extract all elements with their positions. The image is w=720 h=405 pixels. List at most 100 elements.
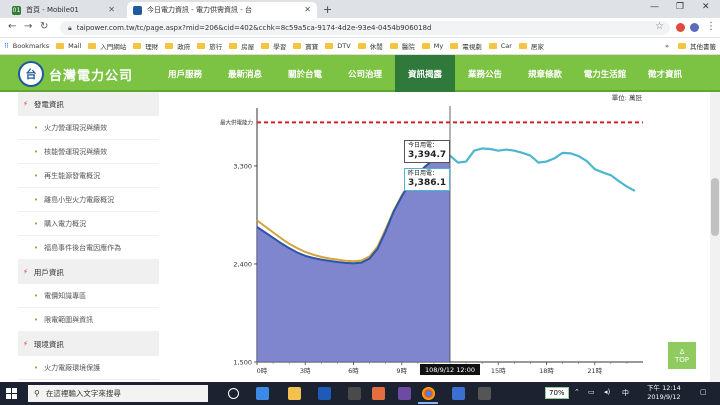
sidebar-section-customers[interactable]: ⚡︎ 用戶資訊 <box>18 260 159 284</box>
close-window-icon[interactable]: ✕ <box>702 2 710 12</box>
bookmark-folder[interactable]: 寶寶 <box>286 41 318 51</box>
taskbar-search-input[interactable]: ⚲ 在這裡輸入文字來搜尋 <box>28 385 208 402</box>
bookmark-folder[interactable]: 學習 <box>254 41 286 51</box>
windows-taskbar: ⚲ 在這裡輸入文字來搜尋 70% ⌃ ▭ ◂) 中 下午 12:14 2019/… <box>0 382 720 405</box>
language-icon[interactable]: 中 <box>622 388 629 398</box>
minimize-icon[interactable]: — <box>650 2 659 12</box>
mail-icon[interactable] <box>348 387 361 400</box>
url-text: taipower.com.tw/tc/page.aspx?mid=206&cid… <box>76 24 432 32</box>
sidebar-section-generation[interactable]: ⚡︎ 發電資訊 <box>18 92 159 116</box>
extension-icon[interactable] <box>676 23 685 32</box>
profile-avatar[interactable] <box>690 23 699 32</box>
bookmark-folder[interactable]: 政府 <box>158 41 190 51</box>
menu-item-power-life[interactable]: 電力生活館 <box>575 55 635 92</box>
scrollbar-thumb[interactable] <box>711 178 719 236</box>
menu-item-information-disclosure[interactable]: 資訊揭露 <box>395 55 455 92</box>
bookmark-label: 理財 <box>145 43 159 51</box>
bookmark-folder[interactable]: 醫院 <box>383 41 415 51</box>
bookmark-folder[interactable]: 電視劇 <box>443 41 482 51</box>
bookmark-folder[interactable]: My <box>415 42 443 50</box>
bookmark-label: 居家 <box>530 43 544 51</box>
chart-canvas[interactable]: 最大供電能力 3,300 2,400 1,500 0時 3時 6時 9時 15時 18時 21時 10… <box>190 92 660 382</box>
menu-item-announcements[interactable]: 業務公告 <box>455 55 515 92</box>
bookmark-folder[interactable]: 旅行 <box>190 41 222 51</box>
folder-icon <box>678 43 686 49</box>
bookmark-label: 學習 <box>273 43 287 51</box>
bookmark-folder[interactable]: 理財 <box>126 41 158 51</box>
edge-browser-icon[interactable] <box>256 387 269 400</box>
menu-item-governance[interactable]: 公司治理 <box>335 55 395 92</box>
forward-icon[interactable]: → <box>24 21 32 32</box>
sidebar-item[interactable]: • 火力電廠環境保護 <box>18 356 159 380</box>
tab-label: 首頁 - Mobile01 <box>26 6 79 14</box>
taskbar-clock[interactable]: 下午 12:14 2019/9/12 <box>647 384 681 402</box>
cortana-icon[interactable] <box>228 388 239 399</box>
sidebar: ⚡︎ 發電資訊 • 火力營運現況與績效 • 核能營運現況與績效 • 再生能源發電概況 •… <box>18 92 159 382</box>
menu-item-customer-service[interactable]: 用戶服務 <box>155 55 215 92</box>
sidebar-item[interactable]: • 再生能源發電概況 <box>18 164 159 188</box>
app-icon[interactable] <box>398 387 411 400</box>
bookmark-folder[interactable]: 房屋 <box>222 41 254 51</box>
taipower-logo-mark-icon: 台 <box>18 61 44 87</box>
menu-item-about[interactable]: 關於台電 <box>275 55 335 92</box>
sidebar-item[interactable]: • 電價知識專區 <box>18 284 159 308</box>
folder-icon <box>488 43 497 49</box>
sidebar-section-environment[interactable]: ⚡︎ 環境資訊 <box>18 332 159 356</box>
y-tick-label: 1,500 <box>233 359 252 367</box>
network-icon[interactable]: ▭ <box>588 388 595 396</box>
close-tab-icon[interactable]: ✕ <box>304 5 311 14</box>
tab-taipower[interactable]: 今日電力資訊 - 電力供需資訊 - 台 ✕ <box>127 2 317 18</box>
bookmark-apps[interactable]: ⠿ Bookmarks <box>4 42 49 50</box>
file-explorer-icon[interactable] <box>288 387 301 400</box>
volume-icon[interactable]: ◂) <box>604 388 610 396</box>
app-icon[interactable] <box>372 387 385 400</box>
notifications-icon[interactable]: ▢ <box>700 388 707 396</box>
address-bar[interactable]: 🔒︎ taipower.com.tw/tc/page.aspx?mid=206&… <box>60 21 670 35</box>
app-icon[interactable] <box>478 387 491 400</box>
back-to-top-button[interactable]: Δ TOP <box>668 342 696 369</box>
folder-icon <box>357 43 366 49</box>
sidebar-item[interactable]: • 購入電力概況 <box>18 212 159 236</box>
browser-menu-icon[interactable]: ⋮ <box>706 21 716 32</box>
bookmark-label: My <box>433 42 444 50</box>
bookmark-folder[interactable]: 居家 <box>512 41 544 51</box>
menu-item-regulations[interactable]: 規章條款 <box>515 55 575 92</box>
store-icon[interactable] <box>318 387 331 400</box>
battery-indicator[interactable]: 70% <box>545 387 569 399</box>
bookmark-folder[interactable]: 休閒 <box>351 41 383 51</box>
main-menu: 用戶服務 最新消息 關於台電 公司治理 資訊揭露 業務公告 規章條款 電力生活館… <box>155 55 695 92</box>
bookmark-folder[interactable]: 入門網站 <box>81 41 126 51</box>
reload-icon[interactable]: ↻ <box>40 21 48 32</box>
bookmark-label: 電視劇 <box>462 43 482 51</box>
app-icon[interactable] <box>452 387 465 400</box>
bookmark-label: 其他書籤 <box>690 43 716 51</box>
tab-mobile01[interactable]: 01 首頁 - Mobile01 ✕ <box>6 2 121 18</box>
page-scrollbar[interactable] <box>710 92 720 382</box>
maximize-icon[interactable]: ❐ <box>676 2 684 12</box>
folder-icon <box>450 43 459 49</box>
tray-chevron-icon[interactable]: ⌃ <box>574 388 580 396</box>
taipower-logo[interactable]: 台 台灣電力公司 <box>18 61 133 87</box>
back-icon[interactable]: ← <box>8 21 16 32</box>
sidebar-item[interactable]: • 離島小型火力電廠概況 <box>18 188 159 212</box>
bullet-icon: • <box>34 219 39 228</box>
sidebar-item-label: 火力營運現況與績效 <box>44 123 108 132</box>
bookmark-star-icon[interactable]: ☆ <box>655 21 664 32</box>
other-bookmarks[interactable]: 其他書籤 <box>671 41 716 51</box>
menu-item-careers[interactable]: 徵才資訊 <box>635 55 695 92</box>
bookmark-folder[interactable]: DTV <box>318 42 351 50</box>
more-bookmarks-chevron-icon[interactable]: » <box>665 42 669 50</box>
windows-start-icon[interactable] <box>6 388 17 399</box>
sidebar-item[interactable]: • 福島事件後台電因應作為 <box>18 236 159 260</box>
bookmark-folder[interactable]: Mail <box>49 42 81 50</box>
bookmark-folder[interactable]: Car <box>482 42 512 50</box>
new-tab-icon[interactable]: + <box>323 3 332 16</box>
menu-item-news[interactable]: 最新消息 <box>215 55 275 92</box>
sidebar-item[interactable]: • 核能營運現況與績效 <box>18 140 159 164</box>
sidebar-item[interactable]: • 限電範圍與資訊 <box>18 308 159 332</box>
close-tab-icon[interactable]: ✕ <box>108 5 115 14</box>
sidebar-section-title: 環境資訊 <box>33 339 64 349</box>
chrome-icon[interactable] <box>422 387 435 400</box>
sidebar-item[interactable]: • 火力營運現況與績效 <box>18 116 159 140</box>
bookmark-label: Car <box>500 42 512 50</box>
